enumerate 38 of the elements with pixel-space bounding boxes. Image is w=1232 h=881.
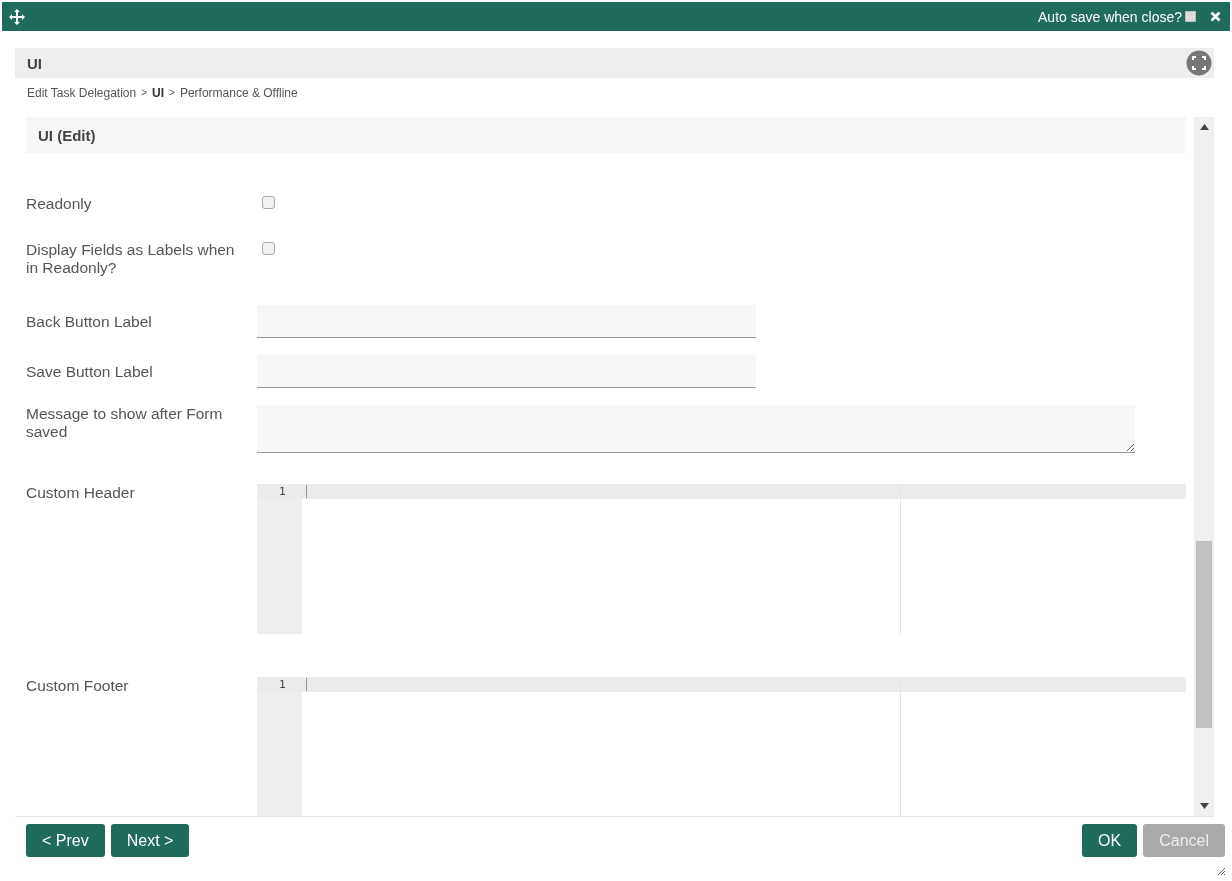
code-editor[interactable]: 1	[257, 677, 1186, 816]
breadcrumb-separator: >	[141, 86, 148, 100]
scrollbar[interactable]	[1194, 117, 1214, 816]
autosave-label: Auto save when close?	[1038, 8, 1182, 25]
resize-grip-icon[interactable]	[1217, 867, 1226, 876]
text-cursor	[306, 678, 307, 691]
text-field[interactable]	[257, 305, 756, 338]
line-number: 1	[279, 678, 286, 691]
text-field[interactable]	[257, 355, 756, 388]
field-label: Display Fields as Labels when in Readonly?	[26, 241, 236, 277]
textarea-field[interactable]	[257, 405, 1135, 453]
scrollbar-thumb[interactable]	[1196, 541, 1212, 728]
line-number: 1	[279, 485, 286, 498]
field-label: Back Button Label	[26, 312, 153, 331]
scroll-down-icon[interactable]	[1199, 803, 1209, 809]
breadcrumb-current: UI	[152, 86, 165, 102]
field-label: Readonly	[26, 195, 93, 213]
field-label: Message to show after Form saved	[26, 405, 224, 442]
field-label: Save Button Label	[26, 362, 154, 381]
fullscreen-icon[interactable]	[1186, 50, 1212, 76]
nav-button[interactable]: < Prev	[26, 824, 105, 857]
scroll-up-icon[interactable]	[1199, 124, 1209, 130]
nav-button[interactable]: Next >	[110, 824, 190, 857]
field-label: Custom Footer	[26, 677, 130, 696]
text-cursor	[306, 485, 307, 498]
move-icon[interactable]	[9, 8, 25, 25]
field-label: Custom Header	[26, 484, 136, 503]
section-title: UI (Edit)	[38, 126, 96, 144]
breadcrumb-separator: >	[169, 86, 175, 100]
code-editor[interactable]: 1	[257, 484, 1186, 634]
checkbox[interactable]	[262, 242, 275, 255]
dialog-button[interactable]: OK	[1082, 824, 1138, 857]
breadcrumb-link[interactable]: Edit Task Delegation	[27, 86, 137, 106]
breadcrumb-link[interactable]: Performance & Offline	[179, 86, 298, 106]
panel-title: UI	[27, 54, 42, 72]
autosave-checkbox[interactable]	[1185, 11, 1196, 22]
checkbox[interactable]	[262, 196, 275, 209]
close-icon[interactable]	[1210, 11, 1221, 22]
